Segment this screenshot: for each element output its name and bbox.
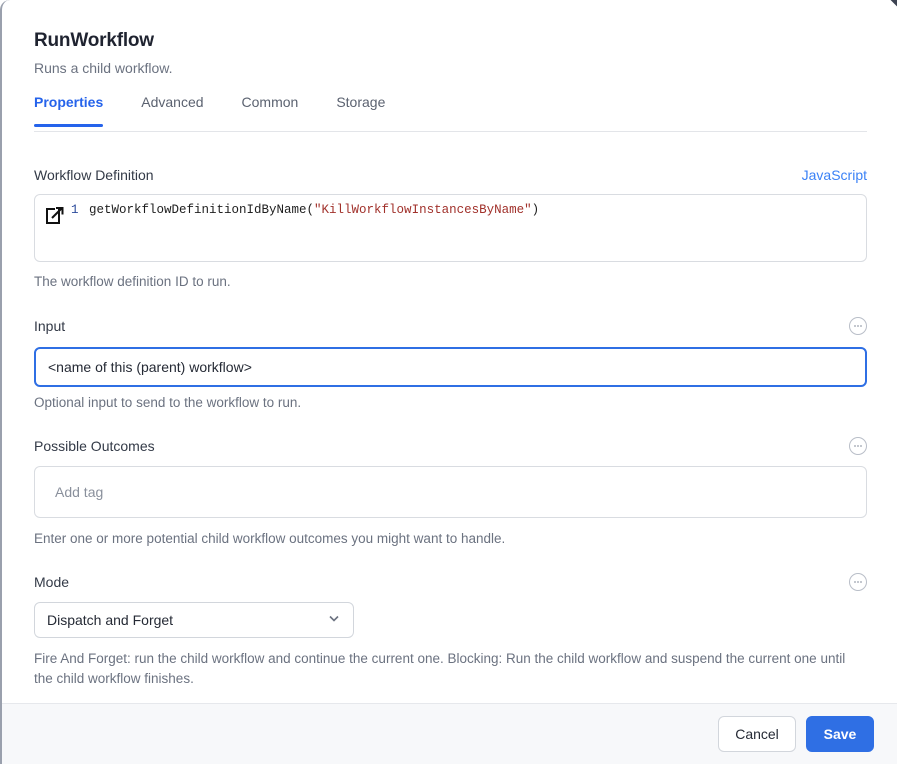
workflow-definition-code-editor[interactable]: 1 getWorkflowDefinitionIdByName("KillWor…	[34, 194, 867, 262]
language-link-javascript[interactable]: JavaScript	[802, 167, 867, 183]
mode-help: Fire And Forget: run the child workflow …	[34, 651, 846, 686]
input-label: Input	[34, 318, 66, 334]
mode-select[interactable]: Dispatch and Forget	[34, 602, 354, 638]
chevron-down-icon	[327, 611, 341, 630]
mode-label: Mode	[34, 574, 70, 590]
add-tag-placeholder: Add tag	[55, 484, 104, 500]
tab-advanced[interactable]: Advanced	[141, 92, 203, 126]
tab-common[interactable]: Common	[242, 92, 299, 126]
workflow-definition-help: The workflow definition ID to run.	[34, 274, 231, 289]
ellipsis-circle-icon-input[interactable]	[849, 317, 867, 335]
corner-artifact	[889, 0, 897, 8]
input-field[interactable]	[34, 347, 867, 387]
code-line-content: getWorkflowDefinitionIdByName("KillWorkf…	[89, 203, 539, 217]
page-subtitle: Runs a child workflow.	[34, 60, 173, 76]
code-token-call: getWorkflowDefinitionIdByName(	[89, 203, 315, 217]
external-link-icon[interactable]	[43, 203, 67, 227]
mode-select-value: Dispatch and Forget	[47, 612, 174, 628]
workflow-definition-label-row: Workflow Definition JavaScript	[34, 167, 867, 183]
save-button[interactable]: Save	[806, 716, 874, 752]
possible-outcomes-help: Enter one or more potential child workfl…	[34, 531, 506, 546]
mode-label-row: Mode	[34, 573, 867, 591]
possible-outcomes-tag-input[interactable]: Add tag	[34, 466, 867, 518]
code-token-paren: )	[531, 203, 540, 217]
ellipsis-circle-icon-outcomes[interactable]	[849, 437, 867, 455]
possible-outcomes-label: Possible Outcomes	[34, 438, 155, 454]
workflow-definition-label: Workflow Definition	[34, 167, 154, 183]
run-workflow-panel: RunWorkflow Runs a child workflow. Prope…	[0, 0, 897, 764]
ellipsis-circle-icon-mode[interactable]	[849, 573, 867, 591]
possible-outcomes-label-row: Possible Outcomes	[34, 437, 867, 455]
input-help: Optional input to send to the workflow t…	[34, 395, 302, 410]
code-line-number: 1	[71, 203, 79, 217]
tab-storage[interactable]: Storage	[336, 92, 385, 126]
page-title: RunWorkflow	[34, 30, 154, 51]
panel-footer: Cancel Save	[2, 703, 897, 764]
code-token-string: "KillWorkflowInstancesByName"	[314, 203, 532, 217]
cancel-button[interactable]: Cancel	[718, 716, 796, 752]
tab-bar: Properties Advanced Common Storage	[34, 92, 867, 132]
tab-properties[interactable]: Properties	[34, 92, 104, 127]
input-label-row: Input	[34, 317, 867, 335]
